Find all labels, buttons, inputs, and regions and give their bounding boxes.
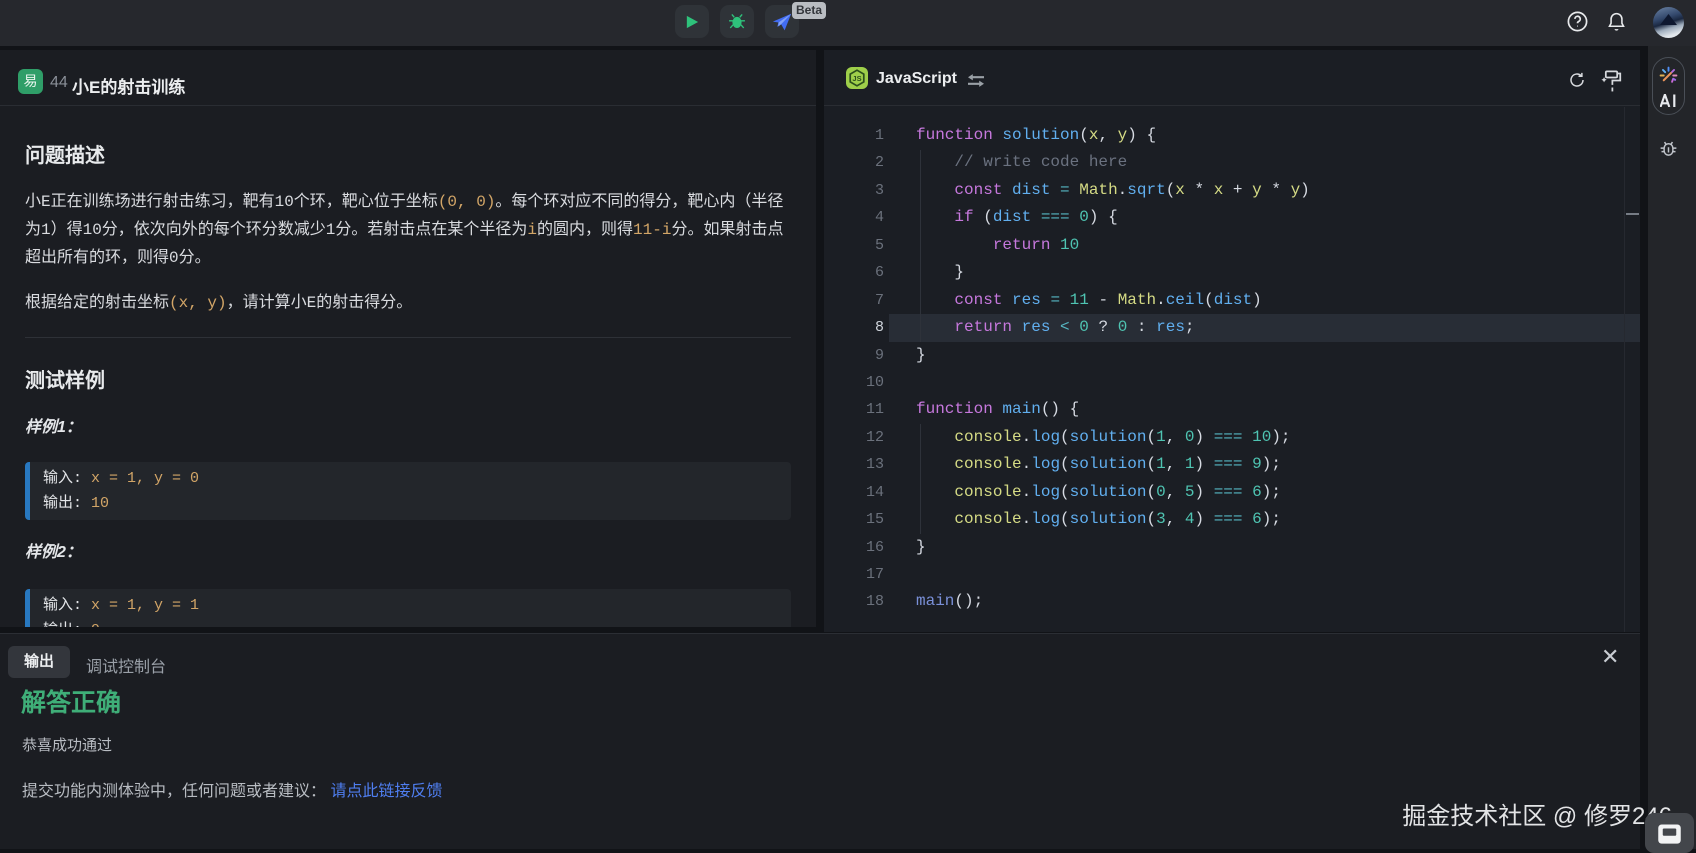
svg-text:JS: JS <box>852 74 861 83</box>
